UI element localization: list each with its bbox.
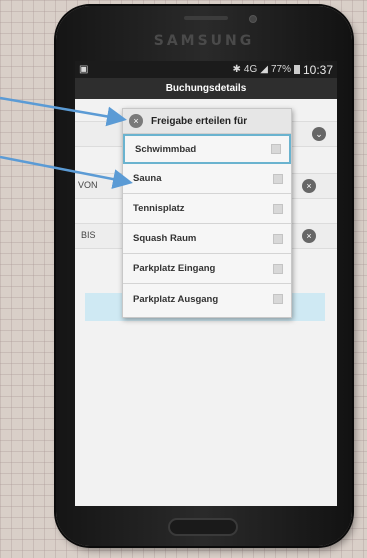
battery-percent: 77%	[270, 64, 291, 75]
option-label: Schwimmbad	[135, 143, 197, 155]
home-button[interactable]	[168, 518, 238, 536]
option-parkplatz-ausgang[interactable]: Parkplatz Ausgang	[123, 284, 291, 314]
option-sauna[interactable]: Sauna	[123, 164, 291, 194]
checkbox[interactable]	[273, 294, 283, 304]
bluetooth-icon: ✱	[232, 64, 241, 75]
option-tennisplatz[interactable]: Tennisplatz	[123, 194, 291, 224]
status-bar: ▣ ✱ 4G ◢ 77% 10:37	[75, 61, 337, 78]
picture-icon: ▣	[79, 64, 89, 75]
dialog-title: Freigabe erteilen für	[151, 115, 248, 127]
signal-icon: ◢	[260, 64, 268, 75]
option-label: Parkplatz Eingang	[133, 263, 216, 274]
option-parkplatz-eingang[interactable]: Parkplatz Eingang	[123, 254, 291, 284]
checkbox[interactable]	[271, 144, 281, 154]
freigabe-dialog: × Freigabe erteilen für Schwimmbad Sauna…	[122, 108, 292, 318]
option-label: Squash Raum	[133, 233, 197, 244]
brand-logo: SAMSUNG	[153, 33, 255, 49]
option-label: Sauna	[133, 173, 162, 184]
speaker-grille	[184, 16, 228, 20]
checkbox[interactable]	[273, 173, 283, 184]
option-label: Tennisplatz	[133, 203, 185, 214]
option-schwimmbad[interactable]: Schwimmbad	[123, 134, 291, 164]
option-label: Parkplatz Ausgang	[133, 293, 219, 305]
checkbox[interactable]	[273, 203, 283, 214]
page-title: Buchungsdetails	[75, 78, 337, 99]
phone-screen: ▣ ✱ 4G ◢ 77% 10:37 Buchungsdetails ⌄ VON…	[75, 61, 337, 506]
clear-bis-icon[interactable]: ×	[302, 229, 316, 243]
von-label: VON	[78, 180, 98, 190]
dialog-header: × Freigabe erteilen für	[123, 109, 291, 134]
battery-icon	[293, 65, 300, 74]
option-squash-raum[interactable]: Squash Raum	[123, 224, 291, 254]
checkbox[interactable]	[273, 233, 283, 244]
close-icon[interactable]: ×	[129, 114, 143, 128]
checkbox[interactable]	[273, 263, 283, 274]
smartphone: SAMSUNG ▣ ✱ 4G ◢ 77% 10:37 Buchungsdetai…	[56, 6, 352, 546]
chevron-down-icon[interactable]: ⌄	[312, 127, 326, 141]
clock: 10:37	[302, 62, 333, 77]
signal-text: 4G	[243, 64, 258, 75]
front-camera	[249, 15, 257, 23]
bis-label: BIS	[81, 230, 96, 240]
clear-von-icon[interactable]: ×	[302, 179, 316, 193]
